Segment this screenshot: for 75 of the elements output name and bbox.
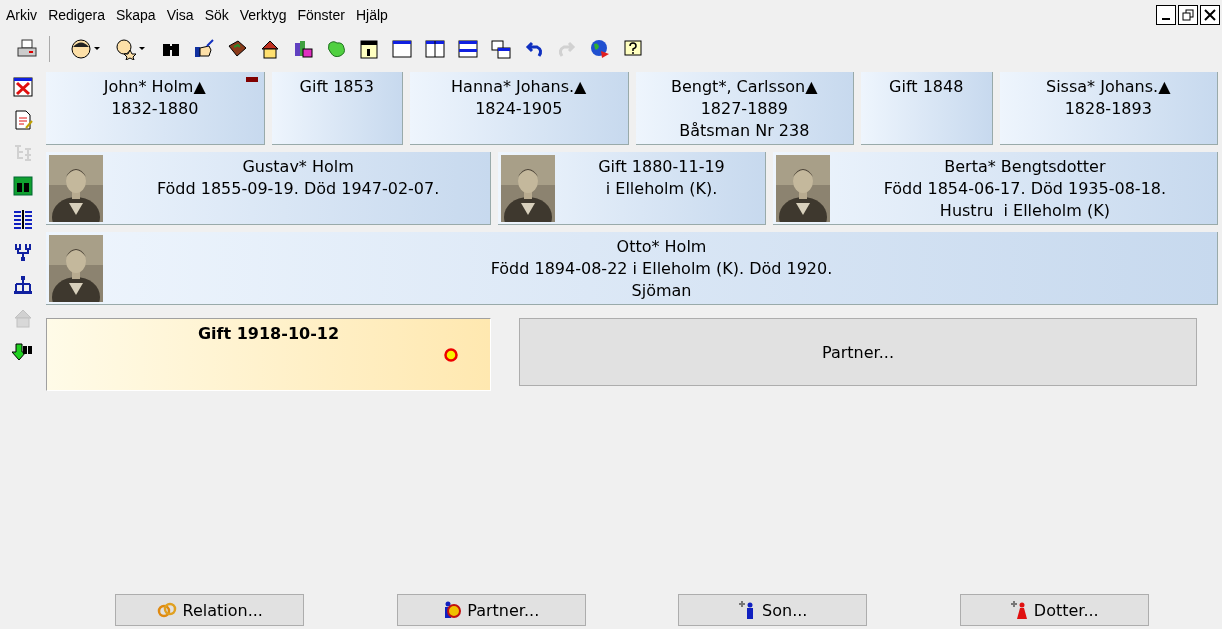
person-card[interactable]: Otto* Holm Född 1894-08-22 i Elleholm (K). Död 1920. Sjöman — [46, 232, 1218, 305]
person-card[interactable]: Hanna* Johans.▲ 1824-1905 — [410, 72, 629, 145]
marriage-card[interactable]: Gift 1880-11-19 i Elleholm (K). — [498, 152, 766, 225]
menu-item[interactable]: Visa — [162, 7, 201, 23]
rings-icon — [156, 602, 177, 618]
person-card[interactable]: John* Holm▲ 1832-1880 — [46, 72, 265, 145]
detail-text: Sjöman — [631, 280, 692, 302]
marriage-date: Gift 1880-11-19 — [598, 156, 725, 178]
restore-button[interactable] — [1178, 5, 1198, 25]
globe-icon — [588, 38, 611, 60]
marriage-title: Gift 1918-10-12 — [197, 324, 340, 345]
edit-document-icon — [12, 109, 34, 131]
house-icon — [12, 307, 34, 329]
person-name: Sissa* Johans.▲ — [1046, 76, 1171, 98]
person-name: Berta* Bengtsdotter — [944, 156, 1106, 178]
face-star-icon — [114, 38, 137, 60]
menu-item[interactable]: Sök — [200, 7, 236, 23]
person-name: John* Holm▲ — [103, 76, 206, 98]
marriage-card[interactable]: Gift 1848 — [861, 72, 993, 145]
menu-item[interactable]: Arkiv — [2, 7, 45, 23]
caret-icon — [139, 47, 145, 51]
detail-text: Båtsman Nr 238 — [679, 120, 810, 142]
menu-item[interactable]: Verktyg — [235, 7, 294, 23]
marriage-card[interactable]: Gift 1853 — [271, 72, 403, 145]
binoculars-grid-icon — [12, 175, 34, 197]
calendar-icon — [357, 38, 380, 60]
printer-icon — [15, 38, 38, 60]
menu-item[interactable]: Fönster — [293, 7, 352, 23]
action-button[interactable]: Relation... — [115, 594, 305, 626]
person-card[interactable]: Bengt*, Carlsson▲ 1827-1889 Båtsman Nr 238 — [635, 72, 854, 145]
action-button[interactable]: Dotter... — [959, 594, 1149, 626]
close-icon — [1204, 9, 1216, 21]
partner-button[interactable]: Partner... — [519, 318, 1197, 386]
detail-text: Född 1894-08-22 i Elleholm (K). Död 1920. — [490, 258, 833, 280]
window-icon — [390, 38, 413, 60]
cascade-windows-icon — [489, 38, 512, 60]
detail-text: i Elleholm (K). — [605, 178, 718, 200]
caret-icon — [94, 47, 100, 51]
pedigree-icon — [12, 241, 34, 263]
person-card[interactable]: Gustav* Holm Född 1855-09-19. Död 1947-02-07. — [46, 152, 492, 225]
menu-item[interactable]: Skapa — [111, 7, 163, 23]
binoculars-arrow-icon — [12, 340, 34, 362]
menu-item[interactable]: Hjälp — [351, 7, 395, 23]
person-name: Otto* Holm — [616, 236, 707, 258]
action-button[interactable]: Partner... — [396, 594, 586, 626]
detail-text: 1832-1880 — [111, 98, 199, 120]
person-card[interactable]: Sissa* Johans.▲ 1828-1893 — [999, 72, 1218, 145]
marriage-date: Gift 1848 — [889, 76, 964, 98]
menu-item[interactable]: Redigera — [44, 7, 112, 23]
columns-icon — [12, 208, 34, 230]
person-name: Bengt*, Carlsson▲ — [671, 76, 818, 98]
close-button[interactable] — [1200, 5, 1220, 25]
person-name: Hanna* Johans.▲ — [451, 76, 587, 98]
detail-text: Född 1855-09-19. Död 1947-02-07. — [156, 178, 440, 200]
detail-text: Hustru i Elleholm (K) — [939, 200, 1110, 222]
couple-icon — [443, 600, 462, 620]
restore-icon — [1182, 9, 1194, 21]
org-chart-icon — [12, 274, 34, 296]
delete-icon — [12, 76, 34, 98]
detail-text: Född 1854-06-17. Död 1935-08-18. — [883, 178, 1167, 200]
side-by-side-windows-icon — [423, 38, 446, 60]
action-button[interactable]: Son... — [678, 594, 868, 626]
face-icon — [69, 38, 92, 60]
hand-pen-icon — [192, 38, 215, 60]
stacked-windows-icon — [456, 38, 479, 60]
minimize-icon — [1162, 18, 1170, 20]
person-name: Gustav* Holm — [242, 156, 354, 178]
minimize-button[interactable] — [1156, 5, 1176, 25]
detail-text: 1824-1905 — [475, 98, 563, 120]
tree-icon — [12, 142, 34, 164]
add-daughter-icon — [1009, 600, 1028, 620]
detail-text: 1827-1889 — [700, 98, 788, 120]
person-card[interactable]: Berta* Bengtsdotter Född 1854-06-17. Död 1935-08-18. Hustru i Elleholm (K) — [772, 152, 1218, 225]
marriage-date: Gift 1853 — [299, 76, 374, 98]
detail-text: 1828-1893 — [1064, 98, 1152, 120]
